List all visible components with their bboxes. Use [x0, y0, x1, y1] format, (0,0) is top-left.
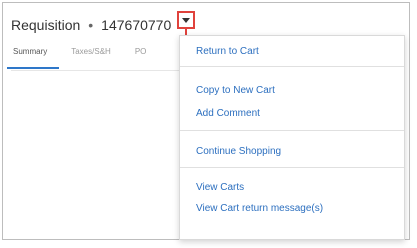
menu-item-continue-shopping[interactable]: Continue Shopping [196, 146, 281, 157]
menu-item-view-carts[interactable]: View Carts [196, 182, 244, 193]
tab-bar: Summary Taxes/S&H PO [6, 47, 147, 69]
menu-divider [180, 167, 404, 168]
menu-item-view-cart-return-messages[interactable]: View Cart return message(s) [196, 203, 323, 214]
menu-divider [180, 66, 404, 67]
header-separator: • [88, 17, 94, 33]
page-title: Requisition [11, 17, 81, 33]
tab-taxes-sh[interactable]: Taxes/S&H [71, 47, 111, 69]
caret-down-icon [182, 17, 190, 23]
tab-po[interactable]: PO [135, 47, 147, 69]
actions-menu: Return to Cart Copy to New Cart Add Comm… [179, 35, 405, 240]
requisition-panel: Requisition • 147670770 Summary Taxes/S&… [2, 2, 410, 240]
page-header: Requisition • 147670770 [11, 13, 171, 37]
tab-summary[interactable]: Summary [6, 47, 60, 69]
menu-item-add-comment[interactable]: Add Comment [196, 108, 260, 119]
menu-item-copy-to-new-cart[interactable]: Copy to New Cart [196, 85, 275, 96]
requisition-number: 147670770 [101, 17, 172, 33]
actions-dropdown-button[interactable] [177, 11, 195, 29]
menu-item-return-to-cart[interactable]: Return to Cart [196, 46, 259, 57]
menu-divider [180, 130, 404, 131]
